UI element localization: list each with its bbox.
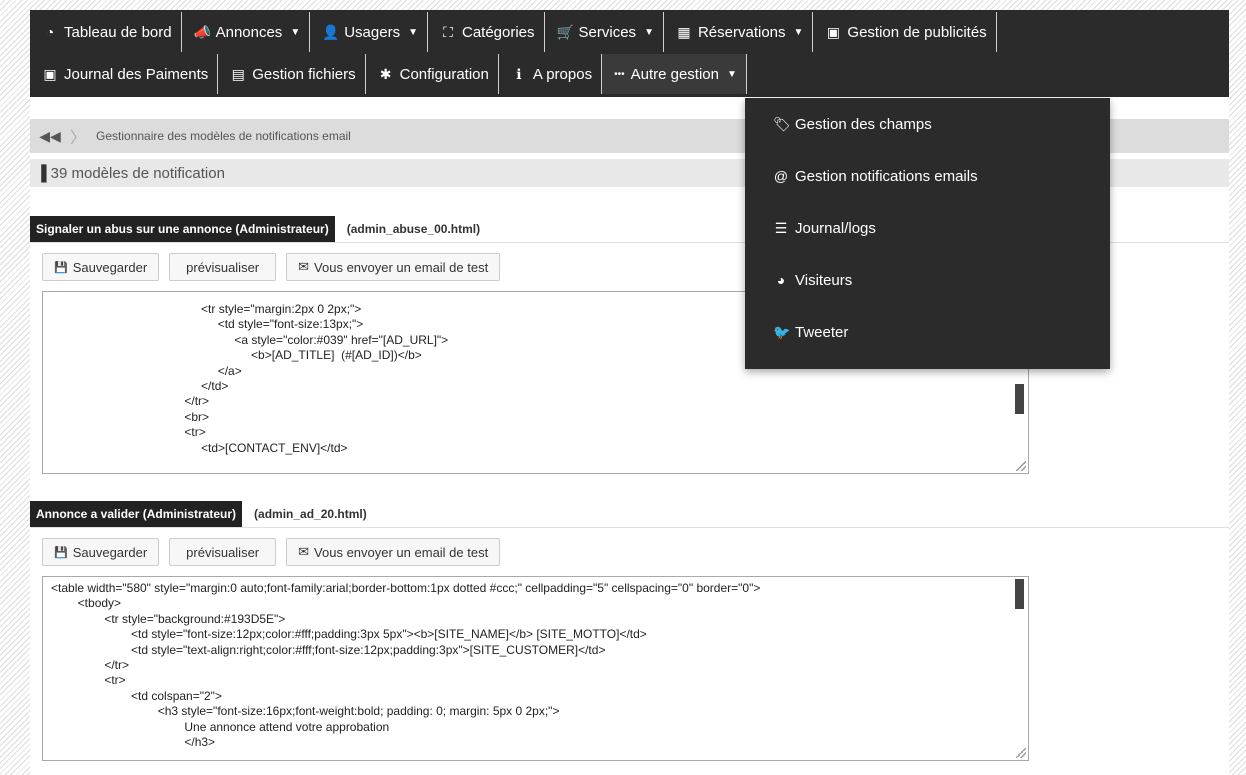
- money-icon: ▣: [826, 23, 841, 40]
- menu-item-label: Gestion notifications emails: [795, 167, 978, 185]
- menu-item-label: Tweeter: [795, 323, 849, 341]
- nav-item-usagers[interactable]: 👤 Usagers ▼: [310, 12, 428, 52]
- breadcrumb-separator-icon: 〉: [70, 130, 87, 147]
- send-test-email-button[interactable]: ✉ Vous envoyer un email de test: [286, 253, 501, 281]
- nav-label: Services: [578, 23, 637, 41]
- menu-item-visiteurs[interactable]: ◕ Visiteurs: [745, 254, 1110, 306]
- nav-item-services[interactable]: 🛒 Services ▼: [545, 12, 664, 52]
- money-icon: ▣: [43, 65, 57, 82]
- nav-item-gestion-fichiers[interactable]: ▤ Gestion fichiers: [218, 54, 366, 94]
- template-name: Annonce a valider (Administrateur): [30, 501, 243, 527]
- caret-down-icon: ▼: [408, 26, 418, 38]
- nav-item-reservations[interactable]: ▦ Réservations ▼: [664, 12, 814, 52]
- nav-row-2: ▣ Journal des Paiments ▤ Gestion fichier…: [30, 54, 747, 94]
- template-filename: (admin_ad_20.html): [254, 507, 367, 521]
- template-header: Annonce a valider (Administrateur) (admi…: [30, 501, 1229, 528]
- envelope-icon: ✉: [298, 259, 310, 274]
- resize-grip-icon[interactable]: [1016, 461, 1026, 471]
- ellipsis-icon: •••: [614, 68, 625, 80]
- nav-item-journal-paiments[interactable]: ▣ Journal des Paiments: [30, 54, 219, 94]
- preview-button-label: prévisualiser: [186, 544, 260, 560]
- nav-label: Gestion de publicités: [847, 23, 987, 41]
- caret-down-icon: ▼: [726, 68, 737, 80]
- save-button[interactable]: 💾 Sauvegarder: [42, 538, 160, 566]
- caret-down-icon: ▼: [290, 26, 301, 38]
- globe-icon: ◕: [776, 272, 786, 288]
- breadcrumb-current: Gestionnaire des modèles de notification…: [96, 129, 351, 143]
- preview-button[interactable]: prévisualiser: [169, 253, 277, 281]
- send-test-email-label: Vous envoyer un email de test: [314, 544, 489, 560]
- info-icon: ℹ: [516, 65, 522, 82]
- menu-item-gestion-notifications-emails[interactable]: @ Gestion notifications emails: [745, 150, 1110, 202]
- envelope-icon: ✉: [298, 544, 310, 559]
- template-actions: 💾 Sauvegarder prévisualiser ✉ Vous envoy…: [42, 538, 1229, 566]
- bullhorn-icon: 📣: [193, 23, 212, 40]
- floppy-icon: 💾: [54, 546, 68, 559]
- gear-icon: ✱: [379, 65, 392, 82]
- resize-grip-icon[interactable]: [1016, 748, 1026, 758]
- nav-label: Annonces: [215, 23, 283, 41]
- save-button-label: Sauvegarder: [72, 259, 148, 275]
- nav-label: Usagers: [344, 23, 401, 41]
- cart-icon: 🛒: [556, 23, 574, 40]
- nav-label: Journal des Paiments: [64, 65, 209, 83]
- top-navbar: ◔ Tableau de bord 📣 Annonces ▼ 👤 Usagers…: [30, 10, 1229, 97]
- template-code: <table width="580" style="margin:0 auto;…: [51, 581, 761, 750]
- send-test-email-button[interactable]: ✉ Vous envoyer un email de test: [286, 538, 501, 566]
- database-icon: ☰: [774, 219, 788, 236]
- user-icon: 👤: [322, 23, 340, 40]
- scrollbar-thumb[interactable]: [1015, 384, 1024, 414]
- menu-item-journal-logs[interactable]: ☰ Journal/logs: [745, 202, 1110, 254]
- nav-item-categories[interactable]: ⛶ Catégories: [428, 12, 545, 52]
- nav-label: A propos: [532, 65, 593, 83]
- floppy-icon: 💾: [54, 261, 68, 274]
- caret-down-icon: ▼: [793, 26, 804, 38]
- nav-item-configuration[interactable]: ✱ Configuration: [366, 54, 499, 94]
- preview-button[interactable]: prévisualiser: [169, 538, 277, 566]
- back-icon[interactable]: ◀◀: [30, 128, 70, 145]
- nav-row-1: ◔ Tableau de bord 📣 Annonces ▼ 👤 Usagers…: [30, 12, 997, 52]
- save-button-label: Sauvegarder: [72, 544, 148, 560]
- menu-item-tweeter[interactable]: 🐦 Tweeter: [745, 306, 1110, 358]
- nav-item-a-propos[interactable]: ℹ A propos: [499, 54, 603, 94]
- nav-item-autre-gestion[interactable]: ••• Autre gestion ▼: [602, 54, 747, 94]
- caret-down-icon: ▼: [644, 26, 654, 38]
- nav-item-tableau-de-bord[interactable]: ◔ Tableau de bord: [30, 12, 182, 52]
- nav-label: Configuration: [399, 65, 489, 83]
- template-code-editor[interactable]: <table width="580" style="margin:0 auto;…: [42, 576, 1029, 761]
- at-icon: @: [773, 168, 789, 184]
- menu-item-label: Journal/logs: [795, 219, 876, 237]
- nav-item-annonces[interactable]: 📣 Annonces ▼: [182, 12, 311, 52]
- template-filename: (admin_abuse_00.html): [346, 222, 481, 236]
- sitemap-icon: ⛶: [443, 23, 453, 40]
- template-section: Annonce a valider (Administrateur) (admi…: [30, 501, 1229, 761]
- nav-label: Tableau de bord: [64, 23, 172, 41]
- calendar-icon: ▦: [677, 23, 691, 40]
- nav-label: Autre gestion: [630, 65, 719, 83]
- nav-label: Catégories: [461, 23, 535, 41]
- autre-gestion-dropdown: 🏷 Gestion des champs @ Gestion notificat…: [745, 98, 1110, 369]
- menu-item-label: Visiteurs: [795, 271, 853, 289]
- menu-item-label: Gestion des champs: [795, 115, 932, 133]
- scrollbar-thumb[interactable]: [1015, 579, 1024, 609]
- menu-item-gestion-champs[interactable]: 🏷 Gestion des champs: [745, 98, 1110, 150]
- template-name: Signaler un abus sur une annonce (Admini…: [30, 216, 335, 242]
- nav-label: Réservations: [697, 23, 786, 41]
- nav-label: Gestion fichiers: [252, 65, 356, 83]
- nav-item-gestion-publicites[interactable]: ▣ Gestion de publicités: [813, 12, 997, 52]
- scrollbar[interactable]: [1012, 577, 1028, 760]
- dashboard-icon: ◔: [45, 24, 55, 40]
- save-button[interactable]: 💾 Sauvegarder: [42, 253, 160, 281]
- send-test-email-label: Vous envoyer un email de test: [314, 259, 489, 275]
- twitter-icon: 🐦: [773, 323, 791, 340]
- template-count-label: 39 modèles de notification: [50, 164, 225, 182]
- tags-icon: 🏷: [773, 115, 791, 132]
- file-icon: ▐: [36, 164, 47, 182]
- file-icon: ▤: [231, 65, 245, 82]
- preview-button-label: prévisualiser: [186, 259, 260, 275]
